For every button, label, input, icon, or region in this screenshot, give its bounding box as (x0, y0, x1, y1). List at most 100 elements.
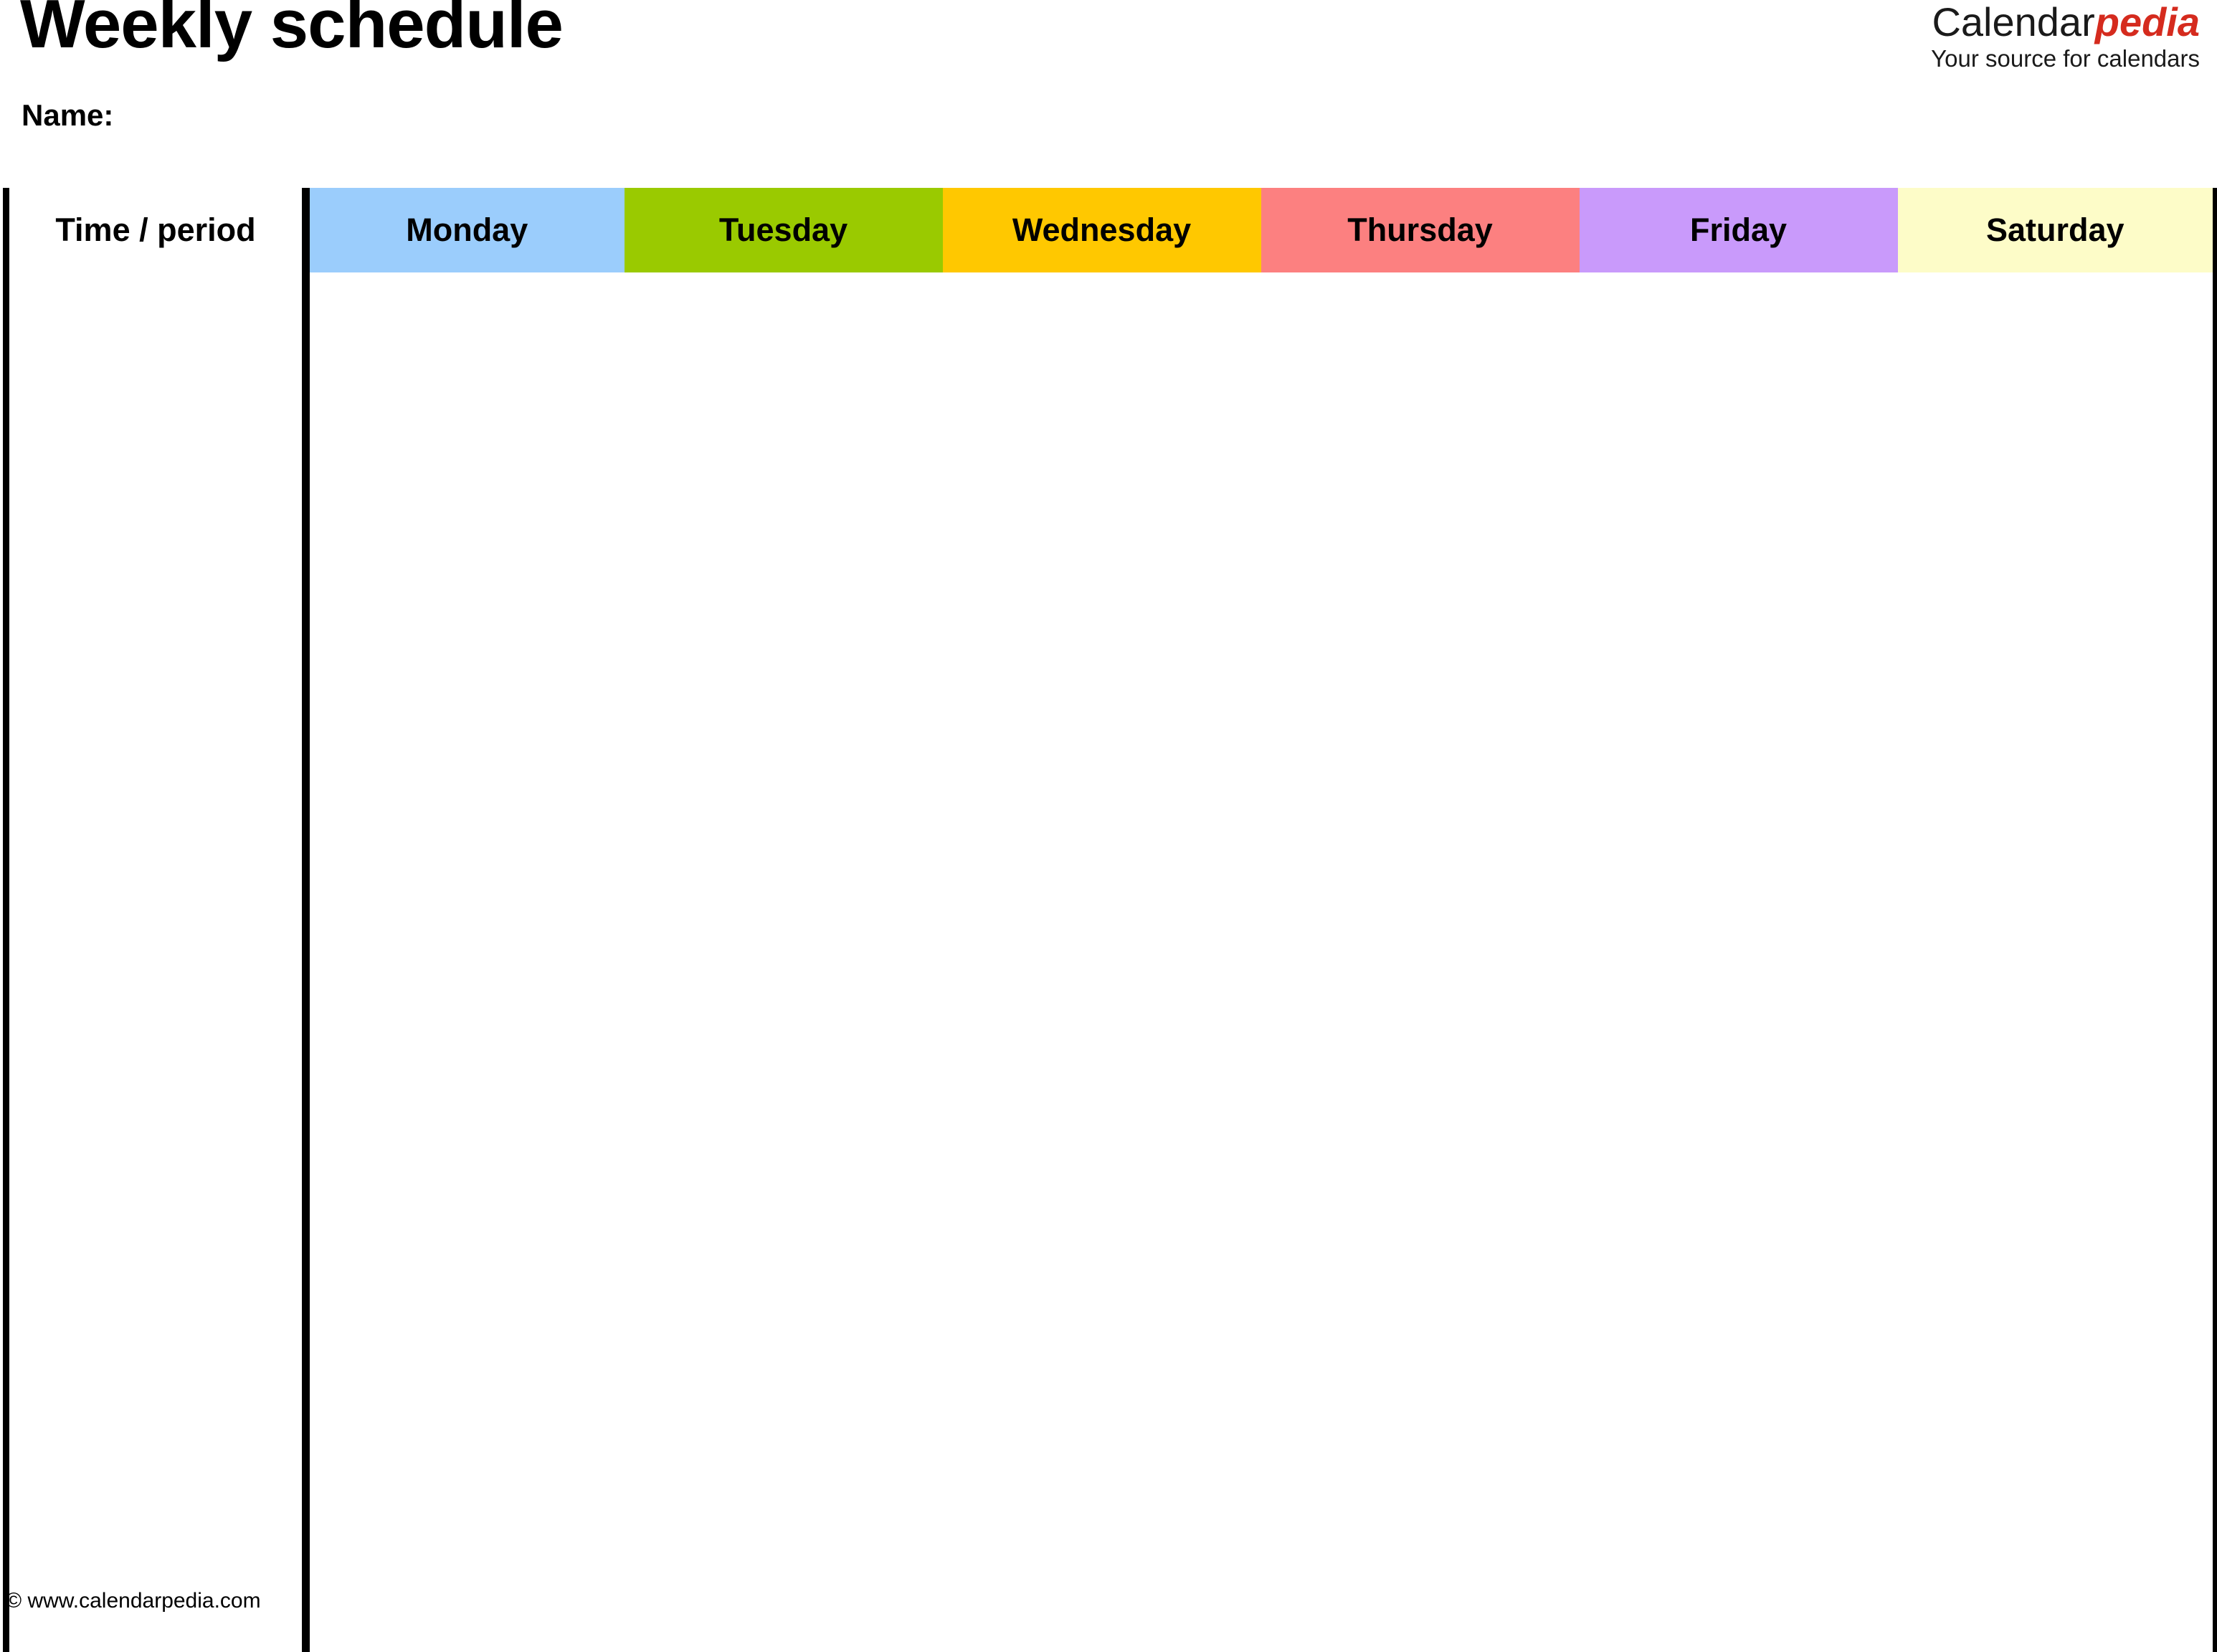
schedule-cell-saturday[interactable] (1897, 803, 2217, 909)
schedule-cell-tuesday[interactable] (624, 1440, 943, 1546)
schedule-cell-thursday[interactable] (1261, 1121, 1580, 1228)
schedule-cell-thursday[interactable] (1261, 1440, 1580, 1546)
schedule-cell-monday[interactable] (305, 1121, 625, 1228)
schedule-cell-friday[interactable] (1579, 1440, 1898, 1546)
schedule-cell-monday[interactable] (305, 909, 625, 1015)
schedule-cell-tuesday[interactable] (624, 697, 943, 803)
schedule-cell-wednesday[interactable] (942, 697, 1261, 803)
schedule-cell-friday[interactable] (1579, 1015, 1898, 1121)
schedule-cell-wednesday[interactable] (942, 1015, 1261, 1121)
schedule-cell-thursday[interactable] (1261, 485, 1580, 591)
schedule-cell-monday[interactable] (305, 697, 625, 803)
schedule-cell-saturday[interactable] (1897, 1121, 2217, 1228)
schedule-cell-saturday[interactable] (1897, 1440, 2217, 1546)
schedule-cell-thursday[interactable] (1261, 591, 1580, 697)
schedule-cell-time[interactable] (3, 379, 310, 485)
schedule-cell-thursday[interactable] (1261, 1228, 1580, 1334)
schedule-cell-friday[interactable] (1579, 803, 1898, 909)
schedule-cell-thursday[interactable] (1261, 1334, 1580, 1440)
schedule-cell-saturday[interactable] (1897, 379, 2217, 485)
calendarpedia-logo[interactable]: Calendarpedia Your source for calendars (1931, 1, 2200, 71)
schedule-cell-friday[interactable] (1579, 379, 1898, 485)
schedule-cell-thursday[interactable] (1261, 1546, 1580, 1652)
schedule-cell-friday[interactable] (1579, 272, 1898, 379)
schedule-body (3, 272, 2217, 1652)
schedule-cell-tuesday[interactable] (624, 803, 943, 909)
schedule-cell-tuesday[interactable] (624, 379, 943, 485)
schedule-row (3, 1440, 2217, 1546)
schedule-cell-time[interactable] (3, 485, 310, 591)
schedule-cell-tuesday[interactable] (624, 1546, 943, 1652)
schedule-cell-monday[interactable] (305, 803, 625, 909)
schedule-cell-thursday[interactable] (1261, 909, 1580, 1015)
schedule-cell-time[interactable] (3, 1121, 310, 1228)
schedule-cell-friday[interactable] (1579, 1121, 1898, 1228)
schedule-cell-thursday[interactable] (1261, 803, 1580, 909)
schedule-cell-time[interactable] (3, 697, 310, 803)
schedule-cell-time[interactable] (3, 1015, 310, 1121)
schedule-cell-friday[interactable] (1579, 485, 1898, 591)
schedule-cell-time[interactable] (3, 272, 310, 379)
schedule-cell-time[interactable] (3, 909, 310, 1015)
schedule-cell-friday[interactable] (1579, 909, 1898, 1015)
schedule-cell-tuesday[interactable] (624, 591, 943, 697)
schedule-cell-wednesday[interactable] (942, 803, 1261, 909)
schedule-cell-tuesday[interactable] (624, 1334, 943, 1440)
schedule-cell-saturday[interactable] (1897, 591, 2217, 697)
schedule-cell-friday[interactable] (1579, 697, 1898, 803)
brand-tagline: Your source for calendars (1931, 44, 2200, 72)
schedule-row (3, 909, 2217, 1015)
schedule-cell-wednesday[interactable] (942, 379, 1261, 485)
schedule-cell-monday[interactable] (305, 1440, 625, 1546)
schedule-cell-tuesday[interactable] (624, 1228, 943, 1334)
schedule-cell-tuesday[interactable] (624, 272, 943, 379)
schedule-cell-wednesday[interactable] (942, 272, 1261, 379)
schedule-cell-friday[interactable] (1579, 1228, 1898, 1334)
schedule-cell-saturday[interactable] (1897, 697, 2217, 803)
schedule-cell-saturday[interactable] (1897, 272, 2217, 379)
schedule-cell-monday[interactable] (305, 1546, 625, 1652)
schedule-row (3, 1015, 2217, 1121)
schedule-cell-friday[interactable] (1579, 591, 1898, 697)
schedule-cell-wednesday[interactable] (942, 909, 1261, 1015)
schedule-cell-wednesday[interactable] (942, 591, 1261, 697)
column-header-monday: Monday (305, 188, 625, 272)
schedule-cell-wednesday[interactable] (942, 485, 1261, 591)
schedule-cell-tuesday[interactable] (624, 485, 943, 591)
schedule-cell-wednesday[interactable] (942, 1440, 1261, 1546)
schedule-cell-time[interactable] (3, 1228, 310, 1334)
schedule-cell-monday[interactable] (305, 379, 625, 485)
schedule-cell-time[interactable] (3, 1334, 310, 1440)
schedule-cell-monday[interactable] (305, 1228, 625, 1334)
schedule-cell-friday[interactable] (1579, 1546, 1898, 1652)
schedule-cell-thursday[interactable] (1261, 272, 1580, 379)
schedule-cell-time[interactable] (3, 591, 310, 697)
schedule-cell-wednesday[interactable] (942, 1228, 1261, 1334)
schedule-cell-saturday[interactable] (1897, 485, 2217, 591)
schedule-cell-saturday[interactable] (1897, 1546, 2217, 1652)
schedule-cell-saturday[interactable] (1897, 909, 2217, 1015)
schedule-cell-friday[interactable] (1579, 1334, 1898, 1440)
schedule-cell-monday[interactable] (305, 1015, 625, 1121)
schedule-cell-monday[interactable] (305, 1334, 625, 1440)
schedule-cell-time[interactable] (3, 803, 310, 909)
schedule-cell-tuesday[interactable] (624, 909, 943, 1015)
schedule-cell-thursday[interactable] (1261, 1015, 1580, 1121)
schedule-cell-thursday[interactable] (1261, 379, 1580, 485)
schedule-cell-saturday[interactable] (1897, 1015, 2217, 1121)
schedule-cell-wednesday[interactable] (942, 1546, 1261, 1652)
schedule-cell-monday[interactable] (305, 591, 625, 697)
schedule-cell-monday[interactable] (305, 485, 625, 591)
schedule-cell-tuesday[interactable] (624, 1015, 943, 1121)
weekly-schedule-page: Weekly schedule Name: Calendarpedia Your… (0, 0, 2217, 1652)
schedule-cell-wednesday[interactable] (942, 1334, 1261, 1440)
schedule-cell-wednesday[interactable] (942, 1121, 1261, 1228)
schedule-cell-saturday[interactable] (1897, 1334, 2217, 1440)
schedule-cell-time[interactable] (3, 1440, 310, 1546)
column-header-wednesday: Wednesday (942, 188, 1261, 272)
schedule-cell-monday[interactable] (305, 272, 625, 379)
schedule-cell-thursday[interactable] (1261, 697, 1580, 803)
schedule-cell-tuesday[interactable] (624, 1121, 943, 1228)
schedule-header: Time / period Monday Tuesday Wednesday T… (3, 188, 2217, 272)
schedule-cell-saturday[interactable] (1897, 1228, 2217, 1334)
